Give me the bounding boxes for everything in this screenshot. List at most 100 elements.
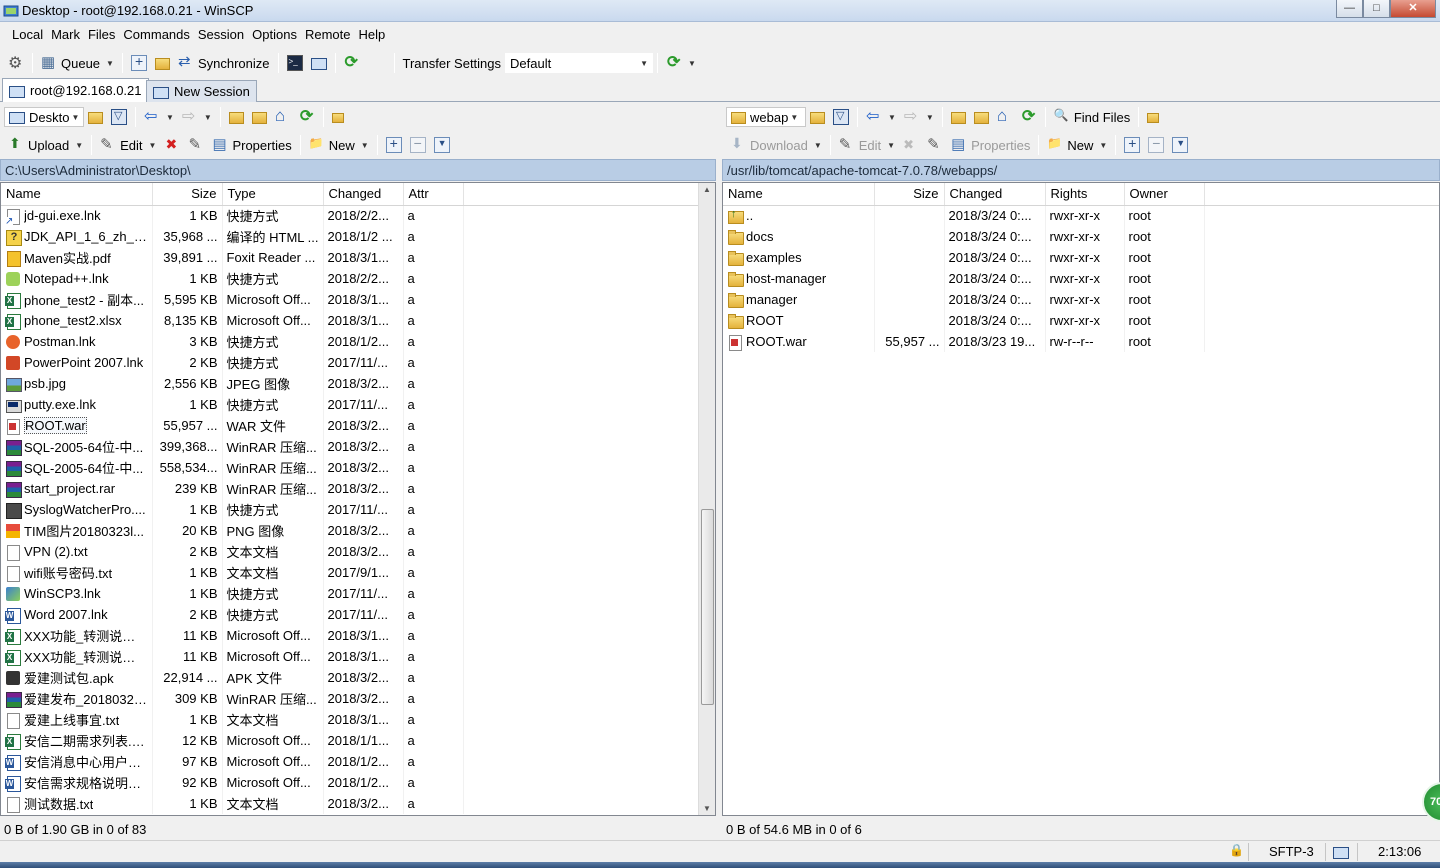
local-file-row[interactable]: putty.exe.lnk 1 KB 快捷方式 2017/11/... a xyxy=(1,394,699,415)
remote-filter-button[interactable] xyxy=(829,106,853,128)
local-file-row[interactable]: ROOT.war 55,957 ... WAR 文件 2018/3/2... a xyxy=(1,415,699,436)
maximize-button[interactable]: □ xyxy=(1363,0,1390,18)
site-manager-button[interactable] xyxy=(340,52,364,74)
local-file-row[interactable]: start_project.rar 239 KB WinRAR 压缩... 2018/… xyxy=(1,478,699,499)
scroll-up-icon[interactable]: ▲ xyxy=(703,185,711,194)
local-filter-button[interactable] xyxy=(107,106,131,128)
local-refresh-button[interactable] xyxy=(295,106,319,128)
local-col-changed[interactable]: Changed xyxy=(323,183,404,206)
local-location-select[interactable]: Deskto ▼ xyxy=(4,107,84,127)
local-file-row[interactable]: SQL-2005-64位-中... 558,534... WinRAR 压缩... 2… xyxy=(1,457,699,478)
queue-button[interactable]: Queue ▼ xyxy=(37,52,118,74)
local-file-row[interactable]: jd-gui.exe.lnk 1 KB快捷方式2018/2/2...a xyxy=(1,205,699,226)
local-file-row[interactable]: 测试数据.txt 1 KB 文本文档 2018/3/2... a xyxy=(1,793,699,814)
local-col-attr[interactable]: Attr xyxy=(403,183,464,206)
transfer-settings-select[interactable]: Default ▼ xyxy=(505,53,654,73)
remote-edit-button[interactable]: Edit ▼ xyxy=(835,134,899,156)
local-file-row[interactable]: XXX功能_转测说明文... 11 KBMicrosoft Off...2018/… xyxy=(1,625,699,646)
local-parent-dir-button[interactable] xyxy=(225,106,248,128)
remote-file-row[interactable]: host-manager 2018/3/24 0:... rwxr-xr-x root xyxy=(723,268,1439,289)
remote-new-button[interactable]: New ▼ xyxy=(1043,134,1111,156)
local-properties-button[interactable]: Properties xyxy=(208,134,295,156)
open-putty-button[interactable] xyxy=(307,52,331,74)
tab-session[interactable]: root@192.168.0.21 xyxy=(2,78,149,102)
keep-up-to-date-button[interactable] xyxy=(151,52,174,74)
menu-session[interactable]: Session xyxy=(194,24,248,46)
local-file-row[interactable]: 安信二期需求列表.xlsx 12 KBMicrosoft Off...2018/1… xyxy=(1,730,699,751)
menu-remote[interactable]: Remote xyxy=(301,24,355,46)
remote-tree-button[interactable] xyxy=(1143,106,1163,128)
remote-col-rights[interactable]: Rights xyxy=(1045,183,1125,206)
preferences-button[interactable] xyxy=(4,52,28,74)
local-tree-button[interactable] xyxy=(328,106,348,128)
remote-parent-dir-button[interactable] xyxy=(947,106,970,128)
synchronize-button[interactable]: Synchronize xyxy=(174,52,274,74)
find-files-button[interactable]: Find Files xyxy=(1050,106,1134,128)
remote-root-dir-button[interactable] xyxy=(970,106,993,128)
remote-file-row[interactable]: examples 2018/3/24 0:... rwxr-xr-x root xyxy=(723,247,1439,268)
remote-file-row[interactable]: docs 2018/3/24 0:... rwxr-xr-x root xyxy=(723,226,1439,247)
local-path-bar[interactable]: C:\Users\Administrator\Desktop\ xyxy=(0,159,716,181)
remote-unselect-button[interactable] xyxy=(1144,134,1168,156)
local-file-row[interactable]: psb.jpg 2,556 KB JPEG 图像 2018/3/2... a xyxy=(1,373,699,394)
remote-file-row[interactable]: .. 2018/3/24 0:...rwxr-xr-xroot xyxy=(723,205,1439,226)
minimize-button[interactable]: — xyxy=(1336,0,1363,18)
local-scrollbar[interactable]: ▲ ▼ xyxy=(698,183,715,815)
local-select-button[interactable] xyxy=(382,134,406,156)
local-file-list[interactable]: Name Size Type Changed Attr jd-gui.exe.l… xyxy=(0,182,716,816)
local-root-dir-button[interactable] xyxy=(248,106,271,128)
menu-options[interactable]: Options xyxy=(248,24,301,46)
local-file-row[interactable]: 安信需求规格说明书_... 92 KBMicrosoft Off...2018/1… xyxy=(1,772,699,793)
menu-help[interactable]: Help xyxy=(354,24,389,46)
local-file-row[interactable]: SQL-2005-64位-中... 399,368... WinRAR 压缩... 2… xyxy=(1,436,699,457)
local-file-row[interactable]: Postman.lnk 3 KB 快捷方式 2018/1/2... a xyxy=(1,331,699,352)
remote-col-changed[interactable]: Changed xyxy=(944,183,1046,206)
remote-rename-button[interactable] xyxy=(923,134,947,156)
menu-mark[interactable]: Mark xyxy=(47,24,84,46)
local-file-row[interactable]: Notepad++.lnk 1 KB 快捷方式 2018/2/2... a xyxy=(1,268,699,289)
compare-directories-button[interactable] xyxy=(127,52,151,74)
local-file-row[interactable]: 爱建发布_20180323.... 309 KB WinRAR 压缩... 2018/… xyxy=(1,688,699,709)
local-open-folder-button[interactable] xyxy=(84,106,107,128)
remote-forward-button[interactable]: ▼ xyxy=(900,106,938,128)
tab-new-session[interactable]: New Session xyxy=(146,80,257,102)
local-file-row[interactable]: phone_test2.xlsx 8,135 KBMicrosoft Off...… xyxy=(1,310,699,331)
remote-back-button[interactable]: ▼ xyxy=(862,106,900,128)
local-file-row[interactable]: 爱建测试包.apk 22,914 ... APK 文件 2018/3/2... a xyxy=(1,667,699,688)
local-file-row[interactable]: phone_test2 - 副本... 5,595 KBMicrosoft Off… xyxy=(1,289,699,310)
local-file-row[interactable]: Maven实战.pdf 39,891 ... Foxit Reader ... 201… xyxy=(1,247,699,268)
local-unselect-button[interactable] xyxy=(406,134,430,156)
scroll-down-icon[interactable]: ▼ xyxy=(703,804,711,813)
remote-open-folder-button[interactable] xyxy=(806,106,829,128)
local-col-size[interactable]: Size xyxy=(152,183,223,206)
local-file-row[interactable]: 安信消息中心用户行... 97 KBMicrosoft Off...2018/1/… xyxy=(1,751,699,772)
remote-delete-button[interactable]: ✖ xyxy=(899,134,923,156)
remote-file-list[interactable]: Name Size Changed Rights Owner .. 2018/3/… xyxy=(722,182,1440,816)
local-col-name[interactable]: Name xyxy=(1,183,153,206)
remote-select-button[interactable] xyxy=(1120,134,1144,156)
local-file-row[interactable]: Word 2007.lnk 2 KB快捷方式2017/11/...a xyxy=(1,604,699,625)
local-file-row[interactable]: TIM图片20180323l... 20 KB PNG 图像 2018/3/2... a xyxy=(1,520,699,541)
local-edit-button[interactable]: Edit ▼ xyxy=(96,134,160,156)
open-terminal-button[interactable] xyxy=(283,52,307,74)
local-file-row[interactable]: XXX功能_转测说明文... 11 KBMicrosoft Off...2018/… xyxy=(1,646,699,667)
local-back-button[interactable]: ▼ xyxy=(140,106,178,128)
local-file-row[interactable]: 爱建上线事宜.txt 1 KB 文本文档 2018/3/1... a xyxy=(1,709,699,730)
remote-location-select[interactable]: webap ▼ xyxy=(726,107,806,127)
menu-local[interactable]: Local xyxy=(8,24,47,46)
remote-refresh-button[interactable] xyxy=(1017,106,1041,128)
local-home-button[interactable] xyxy=(271,106,295,128)
remote-file-row[interactable]: manager 2018/3/24 0:... rwxr-xr-x root xyxy=(723,289,1439,310)
local-rename-button[interactable] xyxy=(184,134,208,156)
local-select-all-button[interactable] xyxy=(430,134,454,156)
remote-col-owner[interactable]: Owner xyxy=(1124,183,1205,206)
transfer-presets-button[interactable]: ▼ xyxy=(662,52,700,74)
upload-button[interactable]: Upload ▼ xyxy=(4,134,87,156)
remote-select-all-button[interactable] xyxy=(1168,134,1192,156)
remote-file-row[interactable]: ROOT.war 55,957 ... 2018/3/23 19... rw-r--r… xyxy=(723,331,1439,352)
local-forward-button[interactable]: ▼ xyxy=(178,106,216,128)
local-file-row[interactable]: wifi账号密码.txt 1 KB 文本文档 2017/9/1... a xyxy=(1,562,699,583)
remote-col-size[interactable]: Size xyxy=(874,183,945,206)
local-delete-button[interactable] xyxy=(160,134,184,156)
remote-file-row[interactable]: ROOT 2018/3/24 0:... rwxr-xr-x root xyxy=(723,310,1439,331)
